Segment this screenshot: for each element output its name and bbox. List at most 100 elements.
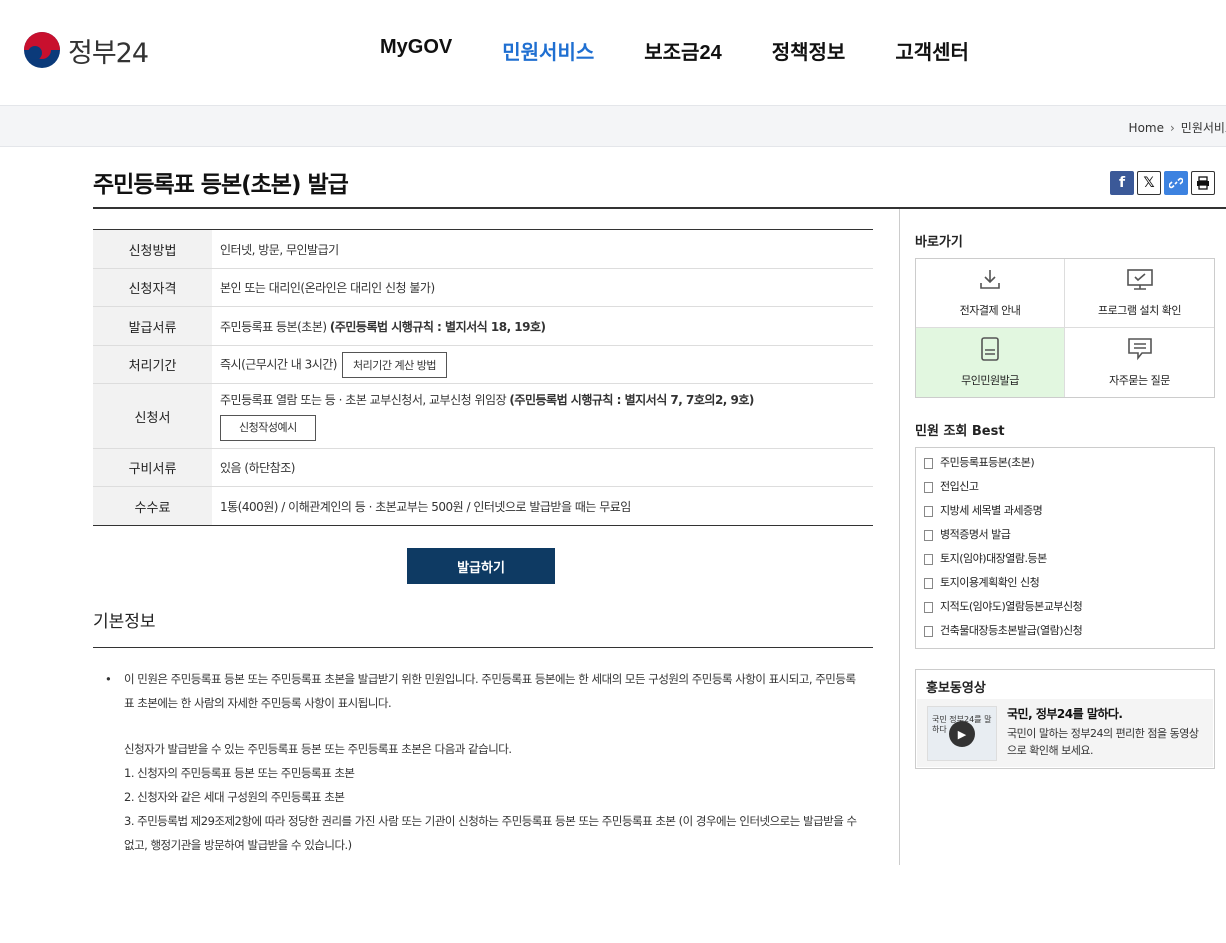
document-icon bbox=[924, 481, 933, 493]
best-item-label: 주민등록표등본(초본) bbox=[940, 456, 1035, 469]
promo-title[interactable]: 국민, 정부24를 말하다. bbox=[1007, 705, 1123, 722]
row-label: 신청서 bbox=[93, 383, 212, 449]
list-item[interactable]: 병적증명서 발급 bbox=[924, 526, 1214, 550]
quick-link-program-check[interactable]: 프로그램 설치 확인 bbox=[1065, 259, 1214, 328]
document-icon bbox=[924, 625, 933, 637]
row-value: 주민등록표 열람 또는 등 · 초본 교부신청서, 교부신청 위임장 (주민등록… bbox=[212, 383, 873, 449]
monitor-check-icon bbox=[1126, 268, 1154, 296]
table-row: 구비서류 있음 (하단참조) bbox=[93, 448, 873, 487]
service-info-table: 신청방법 인터넷, 방문, 무인발급기 신청자격 본인 또는 대리인(온라인은 … bbox=[93, 229, 873, 526]
row-value: 인터넷, 방문, 무인발급기 bbox=[212, 229, 873, 269]
eligible-item-3: 3. 주민등록법 제29조제2항에 따라 정당한 권리를 가진 사람 또는 기관… bbox=[124, 814, 857, 852]
row-label: 구비서류 bbox=[93, 448, 212, 487]
period-calc-button[interactable]: 처리기간 계산 방법 bbox=[342, 351, 447, 378]
nav-subsidy24[interactable]: 보조금24 bbox=[644, 36, 721, 65]
eligible-intro: 신청자가 발급받을 수 있는 주민등록표 등본 또는 주민등록표 초본은 다음과… bbox=[124, 742, 512, 756]
breadcrumb-home[interactable]: Home bbox=[1129, 121, 1164, 135]
promo-description: 국민이 말하는 정부24의 편리한 점을 동영상으로 확인해 보세요. bbox=[1007, 727, 1199, 757]
quick-link-kiosk[interactable]: 무인민원발급 bbox=[916, 328, 1065, 397]
list-item[interactable]: 토지이용계획확인 신청 bbox=[924, 574, 1214, 598]
table-row: 신청자격 본인 또는 대리인(온라인은 대리인 신청 불가) bbox=[93, 268, 873, 307]
sidebar-divider bbox=[899, 209, 900, 865]
quick-link-epayment[interactable]: 전자결제 안내 bbox=[916, 259, 1065, 328]
list-item[interactable]: 건축물대장등초본발급(열람)신청 bbox=[924, 622, 1214, 646]
quick-links: 전자결제 안내 프로그램 설치 확인 무인민원발급 자주묻는 질문 bbox=[915, 258, 1215, 398]
list-item[interactable]: 전입신고 bbox=[924, 478, 1214, 502]
print-icon[interactable] bbox=[1191, 171, 1215, 195]
nav-policy-info[interactable]: 정책정보 bbox=[772, 36, 846, 65]
best-item-label: 토지이용계획확인 신청 bbox=[940, 576, 1040, 589]
document-icon bbox=[924, 577, 933, 589]
row-value: 즉시(근무시간 내 3시간) 처리기간 계산 방법 bbox=[212, 345, 873, 384]
quick-links-heading: 바로가기 bbox=[915, 235, 963, 250]
form-example-button[interactable]: 신청작성예시 bbox=[220, 415, 316, 441]
list-item[interactable]: 토지(임야)대장열람.등본 bbox=[924, 550, 1214, 574]
basic-info-content: • 이 민원은 주민등록표 등본 또는 주민등록표 초본을 발급받기 위한 민원… bbox=[105, 667, 865, 857]
nav-mygov[interactable]: MyGOV bbox=[380, 36, 452, 65]
row-value: 1통(400원) / 이해관계인의 등 · 초본교부는 500원 / 인터넷으로… bbox=[220, 499, 631, 514]
row-label: 신청자격 bbox=[93, 268, 212, 307]
promo-body: 국민 정부24를 말하다 ▶ 국민, 정부24를 말하다. 국민이 말하는 정부… bbox=[917, 699, 1213, 767]
breadcrumb-current[interactable]: 민원서비스 bbox=[1181, 121, 1226, 135]
chevron-right-icon: › bbox=[1169, 121, 1175, 135]
row-value: 주민등록표 등본(초본) (주민등록법 시행규칙 : 별지서식 18, 19호) bbox=[212, 306, 873, 346]
document-icon bbox=[924, 457, 933, 469]
form-text: 주민등록표 열람 또는 등 · 초본 교부신청서, 교부신청 위임장 bbox=[220, 393, 510, 407]
x-twitter-icon[interactable]: 𝕏 bbox=[1137, 171, 1161, 195]
table-row: 수수료 1통(400원) / 이해관계인의 등 · 초본교부는 500원 / 인… bbox=[93, 486, 873, 526]
nav-customer-center[interactable]: 고객센터 bbox=[895, 36, 969, 65]
best-list: 주민등록표등본(초본) 전입신고 지방세 세목별 과세증명 병적증명서 발급 토… bbox=[916, 454, 1214, 646]
kiosk-icon bbox=[980, 337, 1000, 366]
table-row: 처리기간 즉시(근무시간 내 3시간) 처리기간 계산 방법 bbox=[93, 345, 873, 384]
document-icon bbox=[924, 601, 933, 613]
nav-civil-service[interactable]: 민원서비스 bbox=[502, 36, 594, 65]
location-bar: Home › 민원서비스 bbox=[0, 105, 1226, 147]
table-row: 발급서류 주민등록표 등본(초본) (주민등록법 시행규칙 : 별지서식 18,… bbox=[93, 306, 873, 346]
best-item-label: 건축물대장등초본발급(열람)신청 bbox=[940, 624, 1083, 637]
bullet-icon: • bbox=[105, 672, 112, 686]
document-icon bbox=[924, 505, 933, 517]
best-item-label: 병적증명서 발급 bbox=[940, 528, 1011, 541]
period-text: 즉시(근무시간 내 3시간) bbox=[220, 357, 338, 371]
row-value: 있음 (하단참조) bbox=[212, 448, 873, 487]
quick-link-label: 전자결제 안내 bbox=[959, 303, 1021, 317]
quick-link-label: 자주묻는 질문 bbox=[1109, 374, 1170, 387]
table-row: 신청방법 인터넷, 방문, 무인발급기 bbox=[93, 229, 873, 269]
list-item[interactable]: 주민등록표등본(초본) bbox=[924, 454, 1214, 478]
download-icon bbox=[978, 269, 1002, 296]
site-header: 정부24 MyGOV 민원서비스 보조금24 정책정보 고객센터 bbox=[0, 0, 1226, 105]
title-divider bbox=[93, 207, 1226, 209]
section-divider bbox=[93, 647, 873, 648]
docs-text: 주민등록표 등본(초본) bbox=[220, 319, 330, 334]
row-label: 수수료 bbox=[93, 486, 212, 526]
list-item[interactable]: 지적도(임야도)열람등본교부신청 bbox=[924, 598, 1214, 622]
site-logo[interactable]: 정부24 bbox=[24, 31, 149, 69]
list-item[interactable]: 지방세 세목별 과세증명 bbox=[924, 502, 1214, 526]
share-tools: f 𝕏 bbox=[1110, 171, 1215, 195]
quick-link-faq[interactable]: 자주묻는 질문 bbox=[1065, 328, 1214, 397]
basic-info-heading: 기본정보 bbox=[93, 612, 156, 632]
logo-text: 정부24 bbox=[68, 37, 149, 69]
intro-paragraph: 이 민원은 주민등록표 등본 또는 주민등록표 초본을 발급받기 위한 민원입니… bbox=[124, 672, 856, 710]
best-item-label: 지적도(임야도)열람등본교부신청 bbox=[940, 600, 1083, 613]
eligible-item-2: 2. 신청자와 같은 세대 구성원의 주민등록표 초본 bbox=[124, 790, 345, 804]
table-row: 신청서 주민등록표 열람 또는 등 · 초본 교부신청서, 교부신청 위임장 (… bbox=[93, 383, 873, 449]
facebook-icon[interactable]: f bbox=[1110, 171, 1134, 195]
row-label: 발급서류 bbox=[93, 306, 212, 346]
form-legal-ref: (주민등록법 시행규칙 : 별지서식 7, 7호의2, 9호) bbox=[509, 393, 754, 407]
page-title: 주민등록표 등본(초본) 발급 bbox=[93, 172, 349, 198]
row-value: 본인 또는 대리인(온라인은 대리인 신청 불가) bbox=[212, 268, 873, 307]
document-icon bbox=[924, 553, 933, 565]
video-thumbnail[interactable]: 국민 정부24를 말하다 ▶ bbox=[927, 706, 997, 761]
row-label: 처리기간 bbox=[93, 345, 212, 384]
quick-link-label: 프로그램 설치 확인 bbox=[1098, 303, 1181, 317]
issue-button[interactable]: 발급하기 bbox=[407, 548, 555, 584]
eligible-item-1: 1. 신청자의 주민등록표 등본 또는 주민등록표 초본 bbox=[124, 766, 355, 780]
document-icon bbox=[924, 529, 933, 541]
link-copy-icon[interactable] bbox=[1164, 171, 1188, 195]
promo-heading: 홍보동영상 bbox=[926, 681, 986, 696]
breadcrumb: Home › 민원서비스 bbox=[1129, 119, 1226, 136]
docs-legal-ref: (주민등록법 시행규칙 : 별지서식 18, 19호) bbox=[329, 319, 546, 334]
best-item-label: 지방세 세목별 과세증명 bbox=[940, 504, 1043, 517]
play-icon[interactable]: ▶ bbox=[949, 721, 975, 747]
